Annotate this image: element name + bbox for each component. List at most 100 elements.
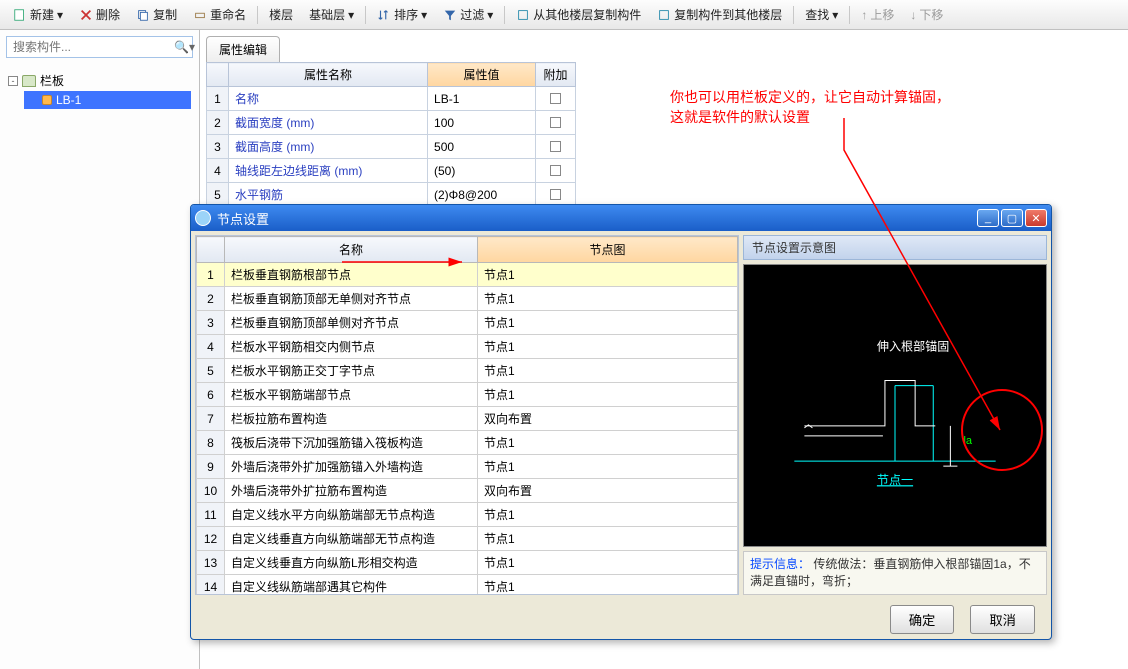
node-name[interactable]: 筏板后浇带下沉加强筋锚入筏板构造 [225,431,478,455]
node-row[interactable]: 5 栏板水平钢筋正交丁字节点 节点1 [197,359,738,383]
search-clear-button[interactable]: ▾ [189,40,195,54]
node-row[interactable]: 1 栏板垂直钢筋根部节点 节点1 [197,263,738,287]
filter-button[interactable]: 过滤 ▾ [436,2,500,27]
node-row[interactable]: 2 栏板垂直钢筋顶部无单侧对齐节点 节点1 [197,287,738,311]
checkbox[interactable] [550,141,561,152]
node-value[interactable]: 节点1 [478,503,738,527]
node-value[interactable]: 节点1 [478,551,738,575]
node-row[interactable]: 6 栏板水平钢筋端部节点 节点1 [197,383,738,407]
rename-button[interactable]: 重命名 [186,2,253,27]
node-name[interactable]: 自定义线垂直方向纵筋端部无节点构造 [225,527,478,551]
prop-value[interactable]: (50) [428,159,536,183]
preview-pane: 节点设置示意图 伸入根部锚固 节点一 la 提示信息： [743,235,1047,595]
prop-extra[interactable] [536,87,576,111]
find-button[interactable]: 查找 ▾ [798,2,845,27]
node-value[interactable]: 节点1 [478,527,738,551]
prop-name[interactable]: 截面宽度 (mm) [229,111,428,135]
cancel-button[interactable]: 取消 [970,605,1035,634]
node-value[interactable]: 节点1 [478,455,738,479]
node-row[interactable]: 9 外墙后浇带外扩加强筋锚入外墙构造 节点1 [197,455,738,479]
node-value[interactable]: 节点1 [478,383,738,407]
minimize-button[interactable]: _ [977,209,999,227]
node-row[interactable]: 3 栏板垂直钢筋顶部单侧对齐节点 节点1 [197,311,738,335]
prop-value[interactable]: (2)Φ8@200 [428,183,536,207]
node-name[interactable]: 栏板垂直钢筋根部节点 [225,263,478,287]
copyfrom-button[interactable]: 从其他楼层复制构件 [509,2,648,27]
node-row[interactable]: 8 筏板后浇带下沉加强筋锚入筏板构造 节点1 [197,431,738,455]
node-rownum: 2 [197,287,225,311]
maximize-button[interactable]: ▢ [1001,209,1023,227]
sort-button[interactable]: 排序 ▾ [370,2,434,27]
prop-name[interactable]: 轴线距左边线距离 (mm) [229,159,428,183]
movedown-arrow: ↓ [910,8,916,22]
checkbox[interactable] [550,117,561,128]
checkbox[interactable] [550,93,561,104]
node-value[interactable]: 节点1 [478,575,738,596]
baselayer-dropdown[interactable]: 基础层 ▾ [302,2,361,27]
copyto-button[interactable]: 复制构件到其他楼层 [650,2,789,27]
search-icon[interactable]: 🔍 [174,40,189,54]
node-name[interactable]: 自定义线垂直方向纵筋L形相交构造 [225,551,478,575]
dialog-titlebar[interactable]: 节点设置 _ ▢ ✕ [191,205,1051,231]
checkbox[interactable] [550,165,561,176]
search-input[interactable] [7,37,174,57]
ok-button[interactable]: 确定 [890,605,955,634]
new-button[interactable]: 新建 ▾ [6,2,70,27]
prop-extra[interactable] [536,159,576,183]
node-name[interactable]: 自定义线纵筋端部遇其它构件 [225,575,478,596]
prop-row[interactable]: 1 名称 LB-1 [207,87,576,111]
node-rownum: 5 [197,359,225,383]
prop-name[interactable]: 水平钢筋 [229,183,428,207]
prop-row[interactable]: 4 轴线距左边线距离 (mm) (50) [207,159,576,183]
node-name[interactable]: 自定义线水平方向纵筋端部无节点构造 [225,503,478,527]
node-name[interactable]: 栏板垂直钢筋顶部无单侧对齐节点 [225,287,478,311]
tree-item-lb1[interactable]: LB-1 [24,91,191,109]
delete-button[interactable]: 删除 [72,2,127,27]
node-row[interactable]: 12 自定义线垂直方向纵筋端部无节点构造 节点1 [197,527,738,551]
node-table-wrap[interactable]: 名称 节点图 1 栏板垂直钢筋根部节点 节点12 栏板垂直钢筋顶部无单侧对齐节点… [195,235,739,595]
node-value[interactable]: 节点1 [478,263,738,287]
node-row[interactable]: 4 栏板水平钢筋相交内侧节点 节点1 [197,335,738,359]
moveup-label: 上移 [870,6,894,23]
checkbox[interactable] [550,189,561,200]
tree-root[interactable]: - 栏板 [8,70,191,91]
prop-row[interactable]: 3 截面高度 (mm) 500 [207,135,576,159]
node-name[interactable]: 栏板垂直钢筋顶部单侧对齐节点 [225,311,478,335]
node-name[interactable]: 栏板拉筋布置构造 [225,407,478,431]
prop-extra[interactable] [536,111,576,135]
node-value[interactable]: 节点1 [478,335,738,359]
node-value[interactable]: 节点1 [478,311,738,335]
node-row[interactable]: 11 自定义线水平方向纵筋端部无节点构造 节点1 [197,503,738,527]
prop-extra[interactable] [536,183,576,207]
node-row[interactable]: 13 自定义线垂直方向纵筋L形相交构造 节点1 [197,551,738,575]
node-row[interactable]: 10 外墙后浇带外扩拉筋布置构造 双向布置 [197,479,738,503]
prop-name[interactable]: 截面高度 (mm) [229,135,428,159]
node-value[interactable]: 节点1 [478,359,738,383]
node-value[interactable]: 节点1 [478,431,738,455]
node-name[interactable]: 栏板水平钢筋正交丁字节点 [225,359,478,383]
ncol-blank [197,237,225,263]
component-tree: - 栏板 LB-1 [0,64,199,115]
node-rownum: 14 [197,575,225,596]
prop-row[interactable]: 2 截面宽度 (mm) 100 [207,111,576,135]
node-value[interactable]: 双向布置 [478,407,738,431]
prop-row[interactable]: 5 水平钢筋 (2)Φ8@200 [207,183,576,207]
prop-value[interactable]: 500 [428,135,536,159]
node-value[interactable]: 节点1 [478,287,738,311]
prop-value[interactable]: 100 [428,111,536,135]
layers-button[interactable]: 楼层 [262,2,300,27]
node-row[interactable]: 14 自定义线纵筋端部遇其它构件 节点1 [197,575,738,596]
close-button[interactable]: ✕ [1025,209,1047,227]
prop-extra[interactable] [536,135,576,159]
expand-icon[interactable]: - [8,76,18,86]
copy-button[interactable]: 复制 [129,2,184,27]
tab-properties[interactable]: 属性编辑 [206,36,280,62]
node-name[interactable]: 栏板水平钢筋相交内侧节点 [225,335,478,359]
prop-value[interactable]: LB-1 [428,87,536,111]
prop-name[interactable]: 名称 [229,87,428,111]
node-row[interactable]: 7 栏板拉筋布置构造 双向布置 [197,407,738,431]
node-name[interactable]: 外墙后浇带外扩加强筋锚入外墙构造 [225,455,478,479]
node-value[interactable]: 双向布置 [478,479,738,503]
node-name[interactable]: 外墙后浇带外扩拉筋布置构造 [225,479,478,503]
node-name[interactable]: 栏板水平钢筋端部节点 [225,383,478,407]
